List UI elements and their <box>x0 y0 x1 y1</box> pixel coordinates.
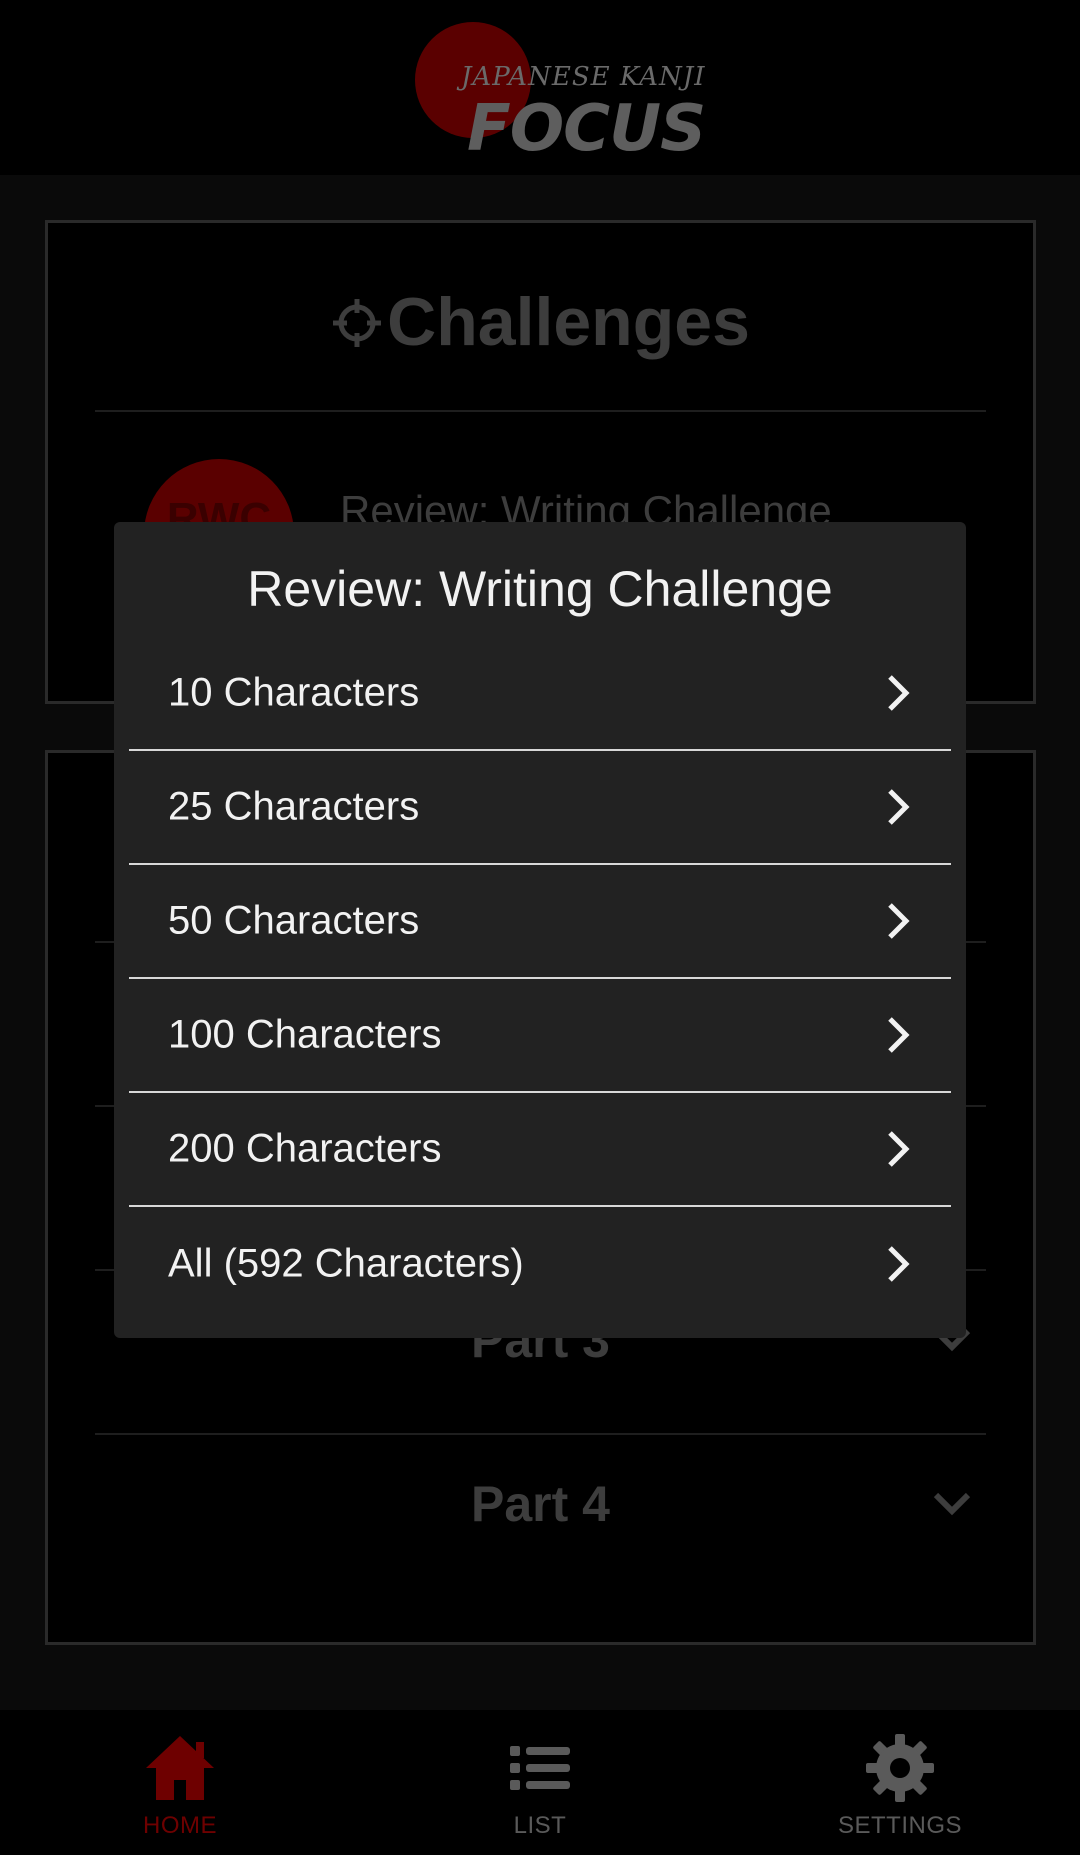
chevron-right-icon <box>888 789 910 825</box>
option-all-characters[interactable]: All (592 Characters) <box>129 1207 951 1321</box>
chevron-right-icon <box>888 903 910 939</box>
option-50-characters[interactable]: 50 Characters <box>129 865 951 979</box>
option-label: 50 Characters <box>168 898 420 943</box>
chevron-right-icon <box>888 1246 910 1282</box>
chevron-right-icon <box>888 1131 910 1167</box>
option-200-characters[interactable]: 200 Characters <box>129 1093 951 1207</box>
option-label: 200 Characters <box>168 1126 442 1171</box>
challenge-options-dialog: Review: Writing Challenge 10 Characters … <box>114 522 966 1338</box>
option-25-characters[interactable]: 25 Characters <box>129 751 951 865</box>
dialog-title: Review: Writing Challenge <box>247 561 833 617</box>
option-label: 25 Characters <box>168 784 420 829</box>
option-label: 100 Characters <box>168 1012 442 1057</box>
option-100-characters[interactable]: 100 Characters <box>129 979 951 1093</box>
app-screen: JAPANESE KANJI FOCUS Challenges RWC Revi… <box>0 0 1080 1855</box>
option-label: All (592 Characters) <box>168 1241 524 1286</box>
chevron-right-icon <box>888 675 910 711</box>
chevron-right-icon <box>888 1017 910 1053</box>
option-label: 10 Characters <box>168 670 420 715</box>
option-10-characters[interactable]: 10 Characters <box>129 637 951 751</box>
